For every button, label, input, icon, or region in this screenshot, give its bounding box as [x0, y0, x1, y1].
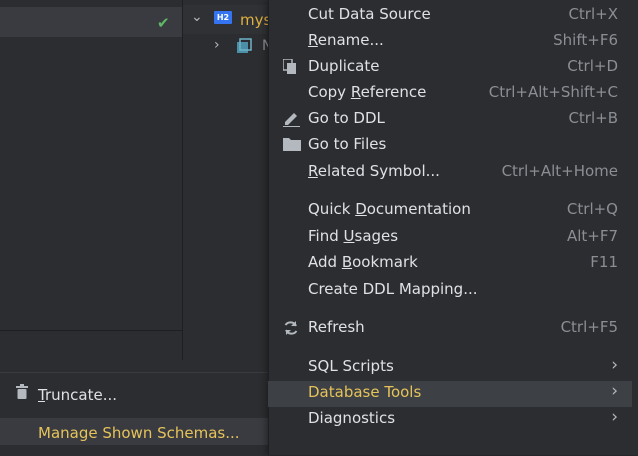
duplicate-icon	[283, 59, 296, 74]
menu-item-shortcut: Ctrl+F5	[560, 318, 618, 336]
menu-item-quick-documentation[interactable]: Quick Documentation Ctrl+Q	[268, 198, 632, 224]
menu-item-database-tools[interactable]: Database Tools ›	[268, 381, 632, 407]
menu-item-copy-reference[interactable]: Copy Reference Ctrl+Alt+Shift+C	[268, 81, 632, 107]
menu-item-label: Duplicate	[308, 57, 380, 75]
menu-item-create-ddl-mapping[interactable]: Create DDL Mapping...	[268, 278, 632, 304]
folder-icon	[283, 138, 301, 151]
trash-icon	[16, 384, 28, 399]
chevron-right-icon: ›	[611, 407, 618, 427]
h2-database-icon: H2	[214, 11, 232, 24]
menu-item-label: Refresh	[308, 318, 365, 336]
menu-item-label: SQL Scripts	[308, 357, 394, 375]
menu-item-go-to-files[interactable]: Go to Files	[268, 133, 632, 159]
menu-item-find-usages[interactable]: Find Usages Alt+F7	[268, 225, 632, 251]
menu-item-label: Related Symbol...	[308, 162, 440, 180]
chevron-down-icon[interactable]: ⌄	[191, 9, 203, 25]
menu-item-related-symbol[interactable]: Related Symbol... Ctrl+Alt+Home	[268, 160, 632, 186]
menu-item-shortcut: Ctrl+D	[567, 57, 618, 75]
menu-item-diagnostics[interactable]: Diagnostics ›	[268, 407, 632, 433]
chevron-right-icon: ›	[611, 381, 618, 401]
menu-item-label: Go to Files	[308, 135, 387, 153]
refresh-icon	[284, 321, 298, 335]
submenu-item-label: Manage Shown Schemas...	[38, 424, 240, 442]
chevron-right-icon[interactable]: ›	[214, 37, 220, 53]
menu-item-go-to-ddl[interactable]: Go to DDL Ctrl+B	[268, 107, 632, 133]
menu-item-cut-data-source[interactable]: Cut Data Source Ctrl+X	[268, 3, 632, 29]
menu-item-label: Find Usages	[308, 227, 399, 245]
menu-item-shortcut: Ctrl+X	[568, 5, 618, 23]
check-icon: ✔	[157, 14, 170, 32]
menu-item-label: Go to DDL	[308, 109, 385, 127]
menu-item-label: Rename...	[308, 31, 384, 49]
menu-item-duplicate[interactable]: Duplicate Ctrl+D	[268, 55, 632, 81]
chevron-right-icon: ›	[611, 355, 618, 375]
database-tree-panel	[182, 0, 273, 360]
menu-item-refresh[interactable]: Refresh Ctrl+F5	[268, 316, 632, 342]
menu-item-shortcut: Ctrl+Alt+Home	[501, 162, 618, 180]
menu-item-label: Create DDL Mapping...	[308, 280, 478, 298]
menu-item-shortcut: Ctrl+Alt+Shift+C	[488, 83, 618, 101]
menu-item-add-bookmark[interactable]: Add Bookmark F11	[268, 251, 632, 277]
left-panel-row[interactable]	[0, 7, 182, 37]
menu-item-shortcut: Alt+F7	[566, 227, 618, 245]
menu-item-label: Database Tools	[308, 383, 422, 401]
menu-item-label: Quick Documentation	[308, 200, 471, 218]
menu-item-label: Cut Data Source	[308, 5, 431, 23]
menu-item-shortcut: Shift+F6	[553, 31, 618, 49]
menu-item-shortcut: Ctrl+Q	[566, 200, 618, 218]
menu-item-label: Add Bookmark	[308, 253, 418, 271]
menu-item-sql-scripts[interactable]: SQL Scripts ›	[268, 355, 632, 381]
tree-datasource-label[interactable]: mys	[240, 11, 268, 29]
menu-item-shortcut: Ctrl+B	[568, 109, 618, 127]
menu-item-shortcut: F11	[590, 253, 618, 271]
submenu-item-label: Truncate...	[38, 386, 118, 404]
edit-icon	[283, 113, 300, 127]
menu-item-label: Copy Reference	[308, 83, 427, 101]
menu-item-label: Diagnostics	[308, 409, 396, 427]
divider	[0, 330, 182, 331]
schema-icon	[237, 38, 252, 53]
menu-item-rename[interactable]: Rename... Shift+F6	[268, 29, 632, 55]
